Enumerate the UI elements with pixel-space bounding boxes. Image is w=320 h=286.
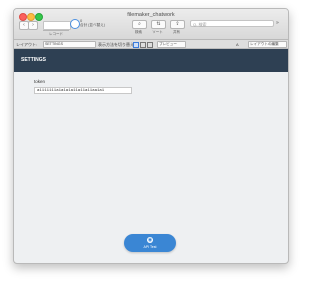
view-mode-label: 表示方法を切り替え:	[98, 42, 136, 47]
page-title: SETTINGS	[21, 57, 47, 63]
search-icon: ⌕	[138, 21, 141, 27]
text-format-icon[interactable]: A	[236, 42, 239, 47]
app-window: filemaker_chatwork ‹ › レコード 0 合計 (並べ替え) …	[13, 8, 289, 264]
sort-label: ソート	[152, 30, 163, 34]
record-number-field[interactable]	[43, 21, 71, 30]
layout-bar: レイアウト: SETTINGS 表示方法を切り替え: プレビュー A レイアウト…	[14, 40, 288, 49]
title-bar: filemaker_chatwork ‹ › レコード 0 合計 (並べ替え) …	[14, 9, 288, 40]
form-view-icon[interactable]	[133, 42, 139, 48]
record-label: レコード	[49, 32, 63, 36]
forward-button[interactable]: ›	[28, 21, 38, 30]
layout-label: レイアウト:	[16, 42, 38, 47]
share-icon: ⇪	[175, 21, 180, 27]
list-view-icon[interactable]	[140, 42, 146, 48]
api-test-label: API Test	[143, 245, 157, 249]
table-view-icon[interactable]	[147, 42, 153, 48]
search-label: 検索	[135, 30, 142, 34]
token-label: token	[34, 79, 46, 84]
record-count-indicator	[70, 19, 80, 29]
globe-icon: ◉	[147, 237, 153, 243]
sort-button[interactable]: ⇅	[151, 20, 166, 29]
quick-find-input[interactable]: Q- 検索	[190, 20, 274, 27]
token-field[interactable]: a1111111a1a1a1a11a11a11aa1a1	[34, 87, 132, 94]
sort-icon: ⇅	[156, 21, 161, 27]
share-label: 共有	[173, 30, 180, 34]
layout-select[interactable]: SETTINGS	[43, 41, 96, 48]
preview-button[interactable]: プレビュー	[157, 41, 186, 48]
share-button[interactable]: ⇪	[170, 20, 185, 29]
settings-header: SETTINGS	[14, 49, 288, 72]
toolbar-overflow-icon[interactable]: »	[276, 20, 279, 26]
record-slider[interactable]	[43, 30, 69, 31]
records-info: 合計 (並べ替え)	[80, 23, 105, 27]
edit-layout-button[interactable]: レイアウトの編集	[248, 41, 287, 48]
search-button[interactable]: ⌕	[132, 20, 147, 29]
api-test-button[interactable]: ◉ API Test	[124, 234, 176, 252]
window-title: filemaker_chatwork	[127, 12, 175, 18]
